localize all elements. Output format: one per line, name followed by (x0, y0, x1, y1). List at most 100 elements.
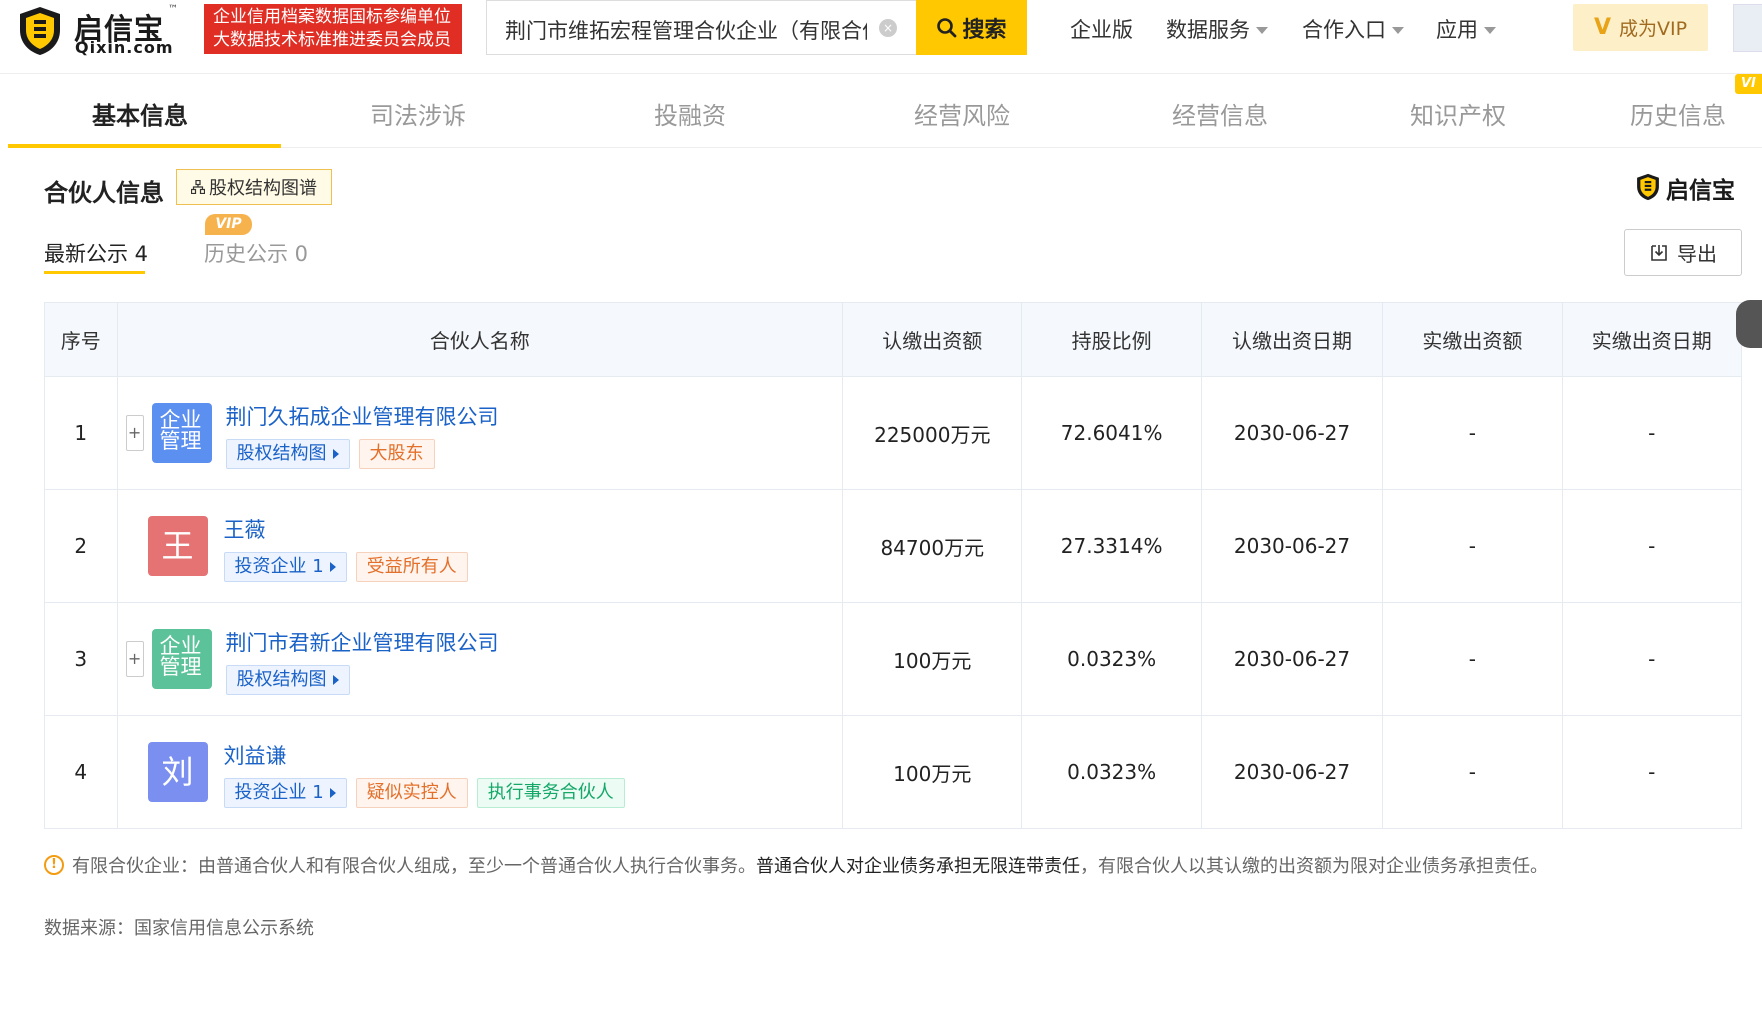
search-icon (937, 17, 957, 37)
subtab-latest[interactable]: 最新公示 4 (44, 238, 148, 268)
partner-tags: 投资企业 1 疑似实控人 执行事务合伙人 (223, 778, 625, 808)
partner-name-cell: + 企业 管理 荆门市君新企业管理有限公司 股权结构图 (116, 602, 844, 716)
tab-operating-info[interactable]: 经营信息 (1172, 96, 1268, 131)
search-button[interactable]: 搜索 (916, 0, 1027, 55)
tab-ip[interactable]: 知识产权 (1410, 96, 1506, 131)
watermark-logo-text: 启信宝 (1666, 178, 1735, 204)
shield-logo-icon (1637, 173, 1659, 201)
tag-label: 大股东 (369, 443, 424, 464)
tab-basic-info[interactable]: 基本信息 (92, 96, 188, 131)
person-avatar: 刘 (147, 742, 208, 802)
equity-chart-button[interactable]: 股权结构图谱 (176, 169, 332, 205)
partner-name-cell: 刘刘益谦投资企业 1 疑似实控人 执行事务合伙人 (116, 715, 844, 829)
tag-label: 投资企业 1 (234, 556, 324, 577)
share-ratio: 72.6041% (1021, 376, 1202, 490)
credential-banner: 企业信用档案数据国标参编单位 大数据技术标准推进委员会成员 (204, 4, 462, 54)
top-header: 启信宝 ™ Qixin.com 企业信用档案数据国标参编单位 大数据技术标准推进… (0, 0, 1762, 74)
tag-label: 执行事务合伙人 (487, 782, 614, 803)
site-logo[interactable]: 启信宝 ™ Qixin.com (18, 4, 180, 58)
caret-down-icon (1484, 26, 1496, 34)
note-text-strong: 普通合伙人对企业债务承担无限连带责任 (756, 856, 1080, 877)
tag-label: 投资企业 1 (234, 782, 324, 803)
table-row: 2 王王薇 投资企业 1 受益所有人 84700万元 27.3314% 2030-06-27… (44, 489, 1743, 603)
partner-name-cell: + 企业 管理 荆门久拓成企业管理有限公司股权结构图 大股东 (116, 376, 844, 490)
col-partner-name: 合伙人名称 (116, 302, 844, 377)
person-avatar: 王 (147, 516, 208, 576)
subscribed-date: 2030-06-27 (1200, 602, 1384, 716)
partner-tags: 股权结构图 大股东 (225, 439, 435, 469)
share-ratio: 0.0323% (1021, 715, 1202, 829)
partner-name-cell: 王王薇投资企业 1 受益所有人 (116, 489, 844, 603)
row-index: 4 (44, 715, 118, 829)
note-text-1: 有限合伙企业：由普通合伙人和有限合伙人组成，至少一个普通合伙人执行合伙事务。 (72, 856, 756, 877)
tag-link[interactable]: 股权结构图 (225, 665, 350, 695)
tag-link[interactable]: 投资企业 1 (223, 778, 347, 808)
logo-trademark: ™ (168, 4, 178, 15)
tag-badge: 受益所有人 (355, 552, 468, 582)
table-row: 3 + 企业 管理 荆门市君新企业管理有限公司 股权结构图 100万元 0.0323% 2030… (44, 602, 1743, 716)
expand-icon[interactable]: + (125, 641, 144, 677)
note-text-2: ，有限合伙人以其认缴的出资额为限对企业债务承担责任。 (1080, 856, 1548, 877)
nav-label: 数据服务 (1166, 18, 1250, 42)
tag-badge: 执行事务合伙人 (476, 778, 625, 808)
partner-name-link[interactable]: 王薇 (224, 514, 266, 544)
become-vip-button[interactable]: V 成为VIP (1573, 4, 1708, 51)
equity-chart-label: 股权结构图谱 (209, 178, 317, 199)
partner-name-link[interactable]: 荆门久拓成企业管理有限公司 (226, 401, 499, 431)
subtab-history[interactable]: 历史公示 0 (204, 238, 308, 268)
banner-line-1: 企业信用档案数据国标参编单位 (213, 7, 451, 27)
subscribed-amount: 225000万元 (842, 376, 1023, 490)
col-subscribed-date: 认缴出资日期 (1200, 302, 1384, 377)
row-index: 3 (44, 602, 118, 716)
tag-label: 股权结构图 (236, 443, 327, 464)
partner-name-link[interactable]: 荆门市君新企业管理有限公司 (226, 627, 499, 657)
row-index: 2 (44, 489, 118, 603)
tab-history[interactable]: 历史信息 (1630, 96, 1726, 131)
search-button-label: 搜索 (962, 17, 1007, 43)
vip-badge: VIP (205, 214, 252, 235)
partner-tags: 股权结构图 (225, 665, 350, 695)
active-tab-underline (8, 144, 281, 148)
subscribed-amount: 84700万元 (842, 489, 1023, 603)
expand-icon[interactable]: + (125, 415, 144, 451)
export-button[interactable]: 导出 (1624, 229, 1742, 276)
nav-data-services[interactable]: 数据服务 (1166, 14, 1268, 44)
table-header-row: 序号 合伙人名称 认缴出资额 持股比例 认缴出资日期 实缴出资额 实缴出资日期 (44, 302, 1743, 377)
caret-right-icon (332, 675, 339, 685)
subscribed-date: 2030-06-27 (1200, 715, 1384, 829)
main-tabs: 基本信息 司法涉诉 投融资 经营风险 经营信息 知识产权 历史信息 (8, 74, 1762, 148)
tab-operating-risk[interactable]: 经营风险 (914, 96, 1010, 131)
tag-label: 受益所有人 (366, 556, 457, 577)
paid-date: - (1561, 376, 1743, 490)
side-panel-handle[interactable] (1736, 300, 1762, 348)
col-share-ratio: 持股比例 (1021, 302, 1202, 377)
vip-button-label: 成为VIP (1618, 18, 1688, 40)
warning-icon: ! (44, 855, 64, 875)
nav-apps[interactable]: 应用 (1436, 14, 1496, 44)
tab-vip-badge: VI (1735, 74, 1762, 94)
nav-label: 企业版 (1070, 18, 1133, 42)
tag-link[interactable]: 投资企业 1 (223, 552, 347, 582)
nav-partnership[interactable]: 合作入口 (1302, 14, 1404, 44)
nav-enterprise[interactable]: 企业版 (1070, 14, 1133, 44)
partners-table: 序号 合伙人名称 认缴出资额 持股比例 认缴出资日期 实缴出资额 实缴出资日期 … (44, 302, 1743, 829)
tag-label: 股权结构图 (236, 669, 327, 690)
tag-label: 疑似实控人 (366, 782, 457, 803)
search-input[interactable]: 荆门市维拓宏程管理合伙企业（有限合伙） × (486, 0, 916, 55)
subscribed-date: 2030-06-27 (1200, 489, 1384, 603)
paid-amount: - (1382, 489, 1563, 603)
tab-financing[interactable]: 投融资 (654, 96, 726, 131)
user-avatar[interactable] (1733, 4, 1762, 52)
paid-amount: - (1382, 715, 1563, 829)
tag-link[interactable]: 股权结构图 (225, 439, 350, 469)
tab-judicial[interactable]: 司法涉诉 (370, 96, 466, 131)
partner-name-link[interactable]: 刘益谦 (224, 740, 287, 770)
enterprise-avatar: 企业 管理 (151, 403, 212, 463)
paid-amount: - (1382, 376, 1563, 490)
tag-badge: 疑似实控人 (355, 778, 468, 808)
clear-icon[interactable]: × (879, 19, 897, 37)
col-subscribed-amount: 认缴出资额 (842, 302, 1023, 377)
paid-amount: - (1382, 602, 1563, 716)
col-paid-date: 实缴出资日期 (1561, 302, 1743, 377)
partner-tags: 投资企业 1 受益所有人 (223, 552, 468, 582)
